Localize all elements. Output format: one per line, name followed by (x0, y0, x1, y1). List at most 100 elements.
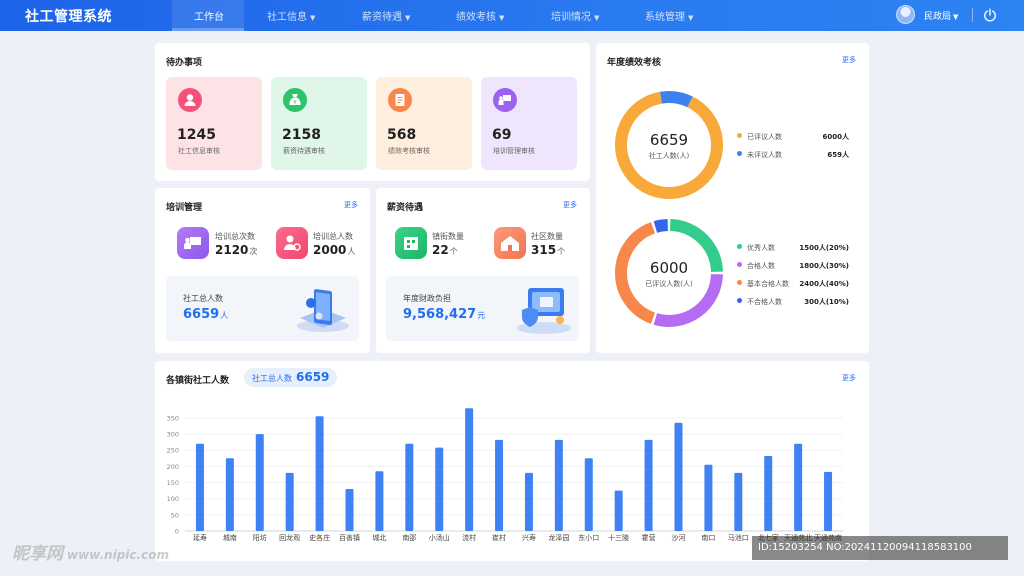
x-tick-label: 阳坊 (253, 533, 267, 542)
power-icon[interactable] (983, 8, 997, 22)
todo-tile-performance-review[interactable]: 568 绩效考核审核 (376, 77, 472, 170)
tile-value: 568 (387, 127, 417, 143)
tile-value: 69 (492, 127, 512, 143)
nav-active-underline (172, 28, 244, 31)
legend-dot (737, 133, 742, 138)
watermark: 昵享网 www.nipic.com (12, 544, 169, 564)
tile-label: 社工信息审核 (178, 147, 220, 155)
card-title: 待办事项 (166, 58, 203, 68)
bar-沙河[interactable] (674, 422, 683, 531)
avatar[interactable] (896, 5, 915, 24)
summary-label: 年度财政负担 (403, 294, 451, 303)
total-workers-summary: 社工总人数 6659人 (166, 276, 359, 341)
bar-史各庄[interactable] (315, 416, 324, 531)
app-title: 社工管理系统 (25, 9, 112, 25)
todo-tile-salary-review[interactable]: ¥ 2158 薪资待遇审核 (271, 77, 367, 170)
document-icon (388, 88, 412, 112)
y-tick-label: 200 (167, 463, 179, 471)
stat-value: 22个 (432, 243, 458, 257)
chevron-down-icon: ▼ (405, 14, 411, 22)
x-tick-label: 龙泽园 (548, 533, 569, 542)
todo-tile-worker-review[interactable]: 1245 社工信息审核 (166, 77, 262, 170)
x-tick-label: 南口 (701, 533, 715, 542)
y-tick-label: 50 (171, 511, 179, 519)
y-tick-label: 150 (167, 479, 179, 487)
x-tick-label: 南邵 (402, 533, 416, 542)
bar-城南[interactable] (225, 458, 234, 531)
nav-item-workbench[interactable]: 工作台 (194, 8, 224, 23)
bar-十三陵[interactable] (614, 490, 623, 531)
y-tick-label: 350 (167, 414, 179, 422)
bar-流村[interactable] (465, 408, 474, 531)
bar-天通苑北[interactable] (794, 443, 803, 531)
bar-北七家[interactable] (764, 456, 773, 531)
tile-value: 1245 (177, 127, 216, 143)
x-tick-label: 史各庄 (309, 533, 330, 542)
summary-value: 9,568,427元 (403, 307, 486, 322)
bar-回龙观[interactable] (285, 472, 294, 531)
bar-霍营[interactable] (644, 439, 653, 531)
y-tick-label: 300 (167, 431, 179, 439)
legend-value: 1800人(30%) (799, 262, 849, 270)
more-link[interactable]: 更多 (842, 55, 856, 65)
x-tick-label: 城北 (372, 534, 386, 542)
caret-down-icon: ▼ (953, 13, 959, 21)
divider (972, 8, 973, 22)
bar-小汤山[interactable] (435, 447, 444, 531)
stat-label: 社区数量 (531, 232, 563, 241)
legend-dot (737, 244, 742, 249)
y-tick-label: 100 (167, 495, 179, 503)
bar-延寿[interactable] (195, 443, 204, 531)
more-link[interactable]: 更多 (344, 200, 358, 210)
bar-东小口[interactable] (584, 458, 593, 531)
x-tick-label: 小汤山 (429, 533, 450, 542)
tile-label: 绩效考核审核 (388, 147, 430, 155)
bar-阳坊[interactable] (255, 434, 264, 531)
user-menu[interactable]: 民政局 ▼ (924, 9, 958, 22)
summary-value: 6659人 (183, 307, 229, 322)
bar-百善镇[interactable] (345, 489, 354, 531)
nav-item-social-worker-info[interactable]: 社工信息 ▼ (267, 8, 315, 23)
bar-马池口[interactable] (734, 472, 743, 531)
stat-value: 2000人 (313, 243, 356, 257)
todo-tile-training-review[interactable]: 69 培训管理审核 (481, 77, 577, 170)
chevron-down-icon: ▼ (310, 14, 316, 22)
x-tick-label: 兴寿 (522, 533, 536, 542)
legend-item: 基本合格人数 (737, 279, 789, 289)
bar-城北[interactable] (375, 471, 384, 531)
tile-label: 薪资待遇审核 (283, 147, 325, 155)
y-tick-label: 0 (175, 528, 179, 536)
tile-value: 2158 (282, 127, 321, 143)
top-navigation-bar: 社工管理系统 工作台 社工信息 ▼ 薪资待遇 ▼ 绩效考核 ▼ 培训情况 ▼ 系统管理 ▼… (0, 0, 1024, 31)
nav-item-salary[interactable]: 薪资待遇 ▼ (362, 8, 410, 23)
more-link[interactable]: 更多 (563, 200, 577, 210)
bar-崔村[interactable] (495, 439, 504, 531)
bar-兴寿[interactable] (524, 472, 533, 531)
bar-天通苑南[interactable] (824, 471, 833, 531)
nav-item-training[interactable]: 培训情况 ▼ (551, 8, 599, 23)
donut1-slice-1 (659, 91, 693, 108)
bar-龙泽园[interactable] (554, 439, 563, 531)
stat-label: 培训总次数 (215, 232, 255, 241)
bar-南口[interactable] (704, 464, 713, 531)
donut-center-value: 6000 (649, 259, 689, 277)
training-card: 培训管理 更多 培训总次数 2120次 培训总人数 2000人 社工总人数 66… (155, 188, 370, 353)
legend-value: 300人(10%) (804, 298, 849, 306)
todo-card: 待办事项 1245 社工信息审核 ¥ 2158 薪资待遇审核 568 绩效考核审… (155, 43, 590, 181)
bar-南邵[interactable] (405, 443, 414, 531)
tile-label: 培训管理审核 (493, 147, 535, 155)
legend-item: 已评议人数 (737, 132, 782, 142)
street-count-icon (395, 227, 427, 259)
nav-item-system-management[interactable]: 系统管理 ▼ (645, 8, 693, 23)
nav-item-performance[interactable]: 绩效考核 ▼ (456, 8, 504, 23)
stat-label: 镇街数量 (432, 232, 464, 241)
chevron-down-icon: ▼ (499, 14, 505, 22)
more-link[interactable]: 更多 (842, 373, 856, 383)
card-title: 年度绩效考核 (607, 58, 662, 68)
donut-center-value: 6659 (649, 131, 689, 149)
x-tick-label: 马池口 (728, 533, 749, 542)
stat-label: 培训总人数 (313, 232, 353, 241)
legend-value: 659人 (827, 151, 849, 159)
donut-center-label: 已评议人数(人) (645, 280, 693, 288)
legend-dot (737, 151, 742, 156)
